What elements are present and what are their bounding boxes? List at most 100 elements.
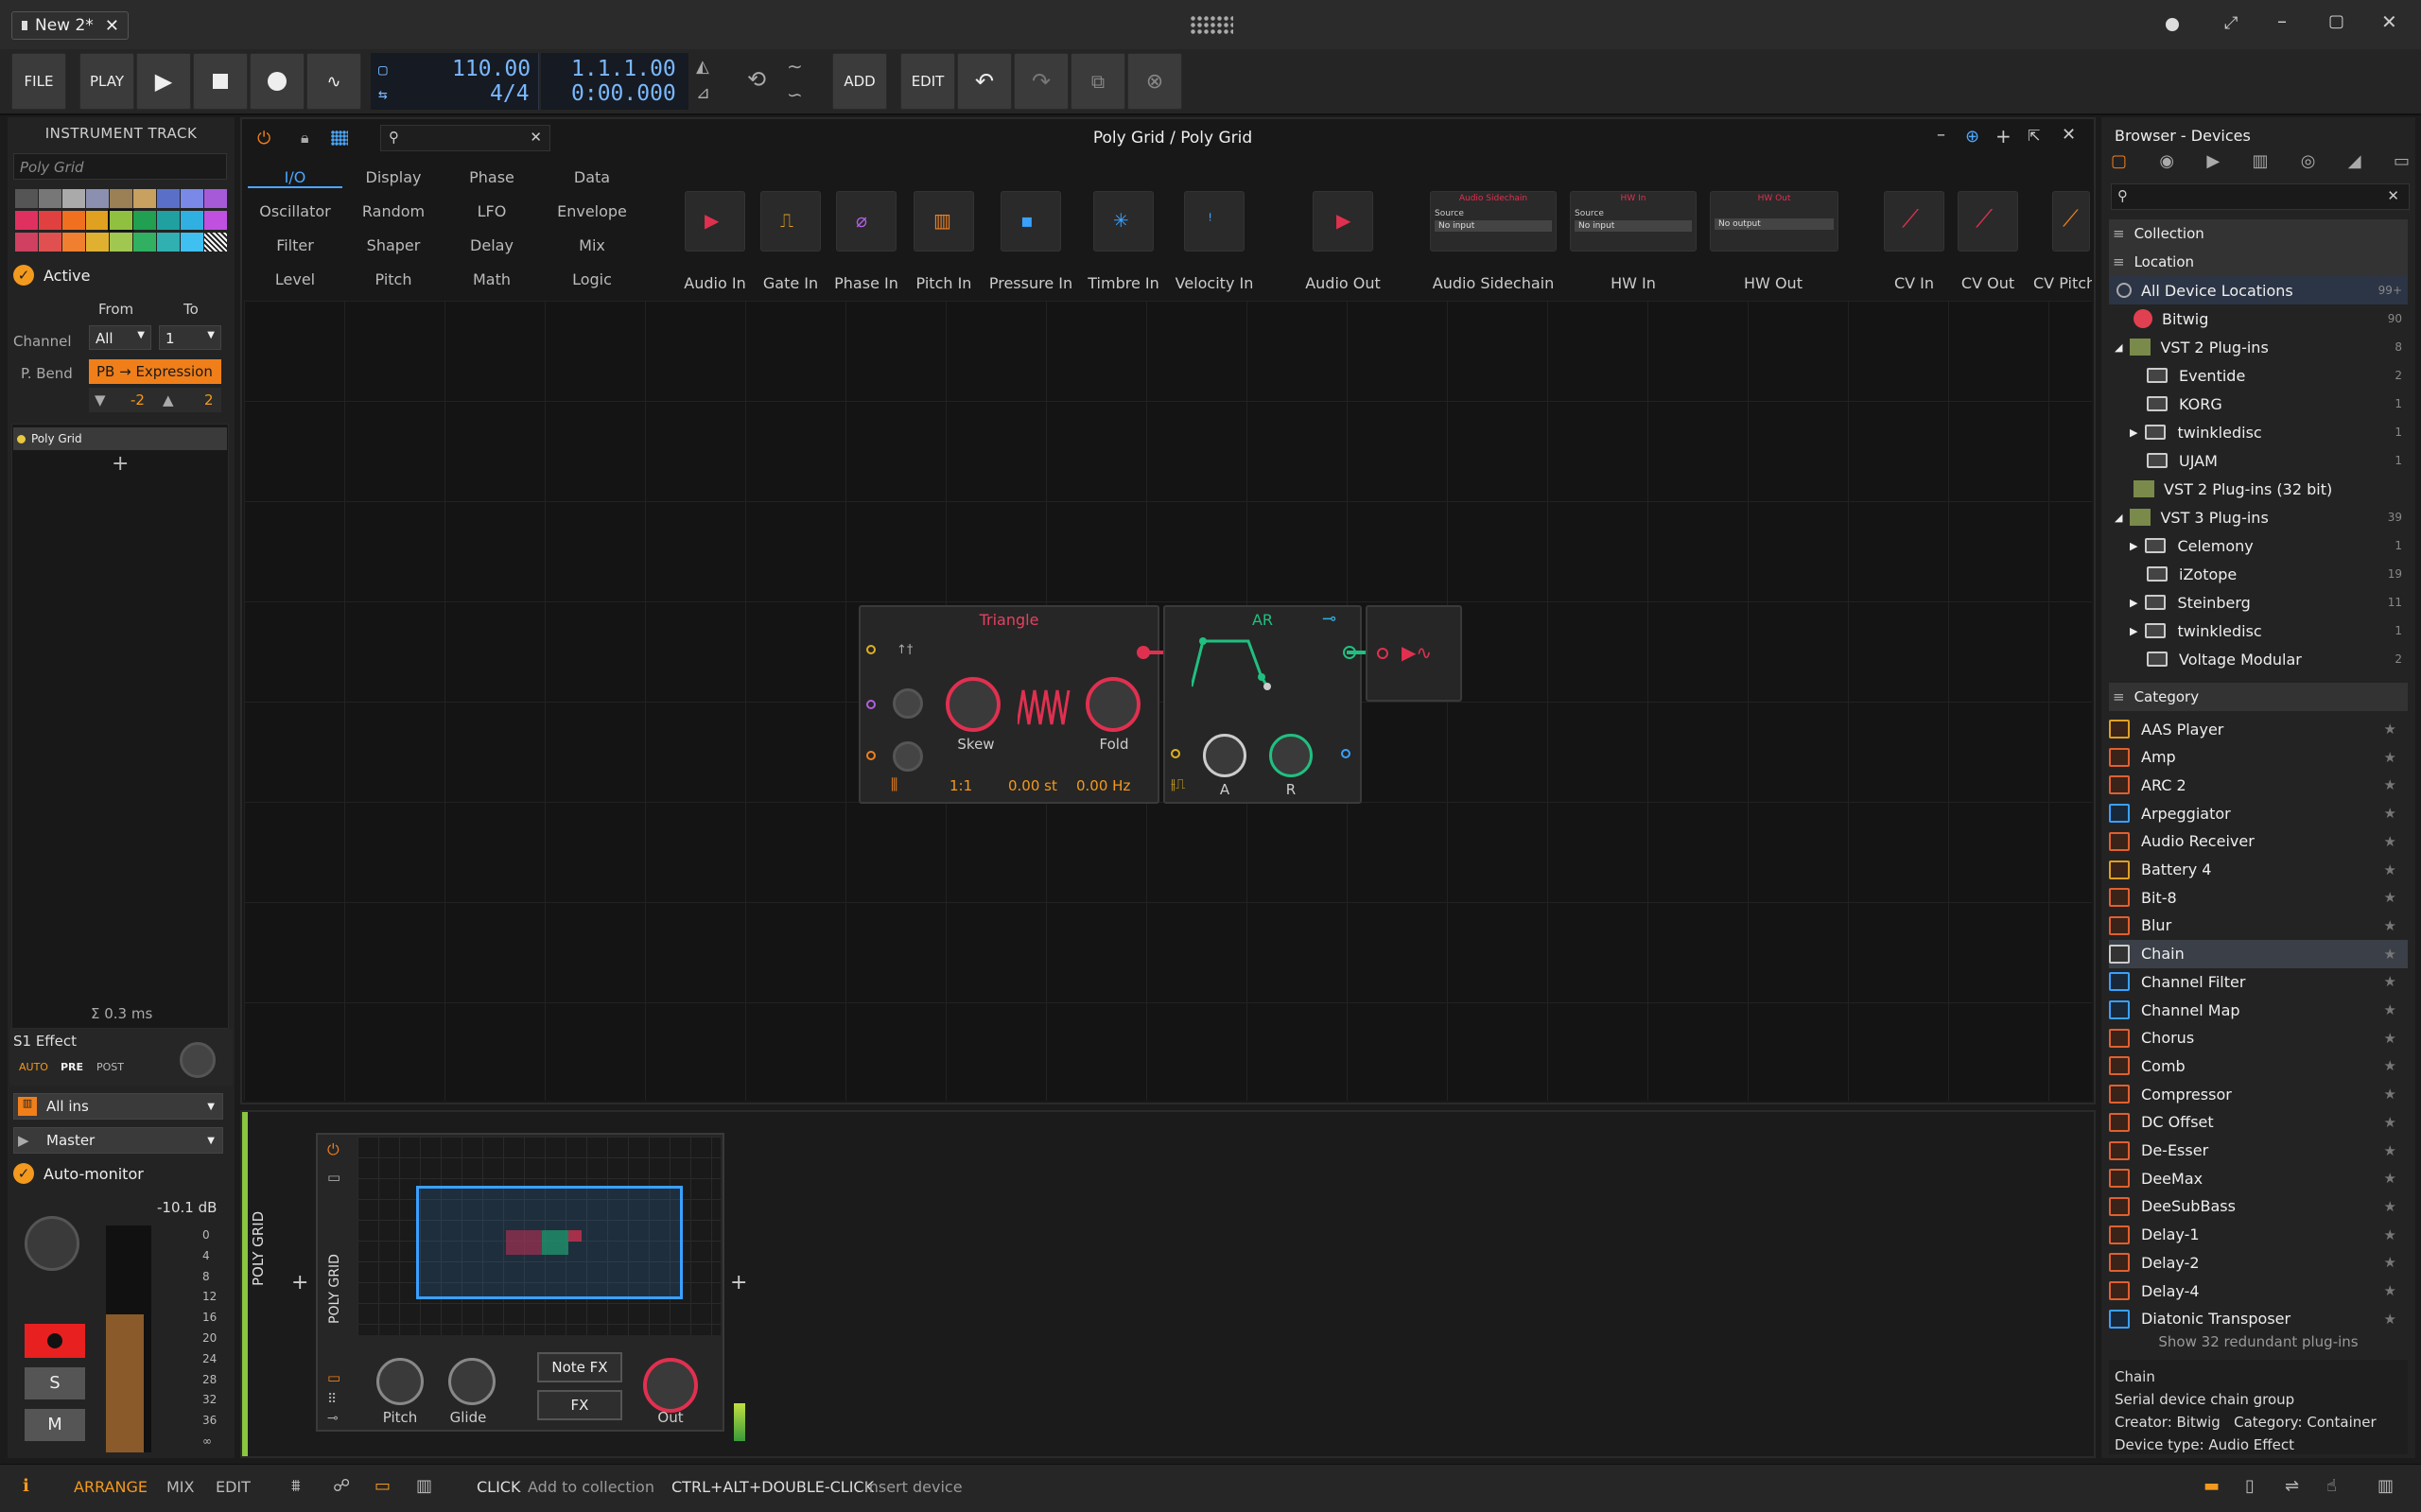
location-item[interactable]: VST 2 Plug-ins (32 bit) — [2109, 475, 2408, 503]
location-item[interactable]: iZotope 19 — [2109, 560, 2408, 588]
color-swatch[interactable] — [86, 233, 109, 252]
device-result-item[interactable]: Channel Filter ★ — [2109, 967, 2408, 996]
category-delay[interactable]: Delay — [444, 236, 539, 254]
color-swatch[interactable] — [62, 189, 85, 208]
color-swatch[interactable] — [110, 189, 132, 208]
category-envelope[interactable]: Envelope — [545, 202, 639, 220]
undo-button[interactable]: ↶ — [957, 53, 1012, 110]
devices-tab-icon[interactable]: ▢ — [2111, 151, 2127, 178]
retrigger-icon[interactable]: ⫲⎍ — [1171, 775, 1185, 792]
input-port-icon[interactable] — [866, 751, 876, 760]
pitch-in-module[interactable]: ▥ — [914, 191, 974, 252]
input-port-icon[interactable] — [866, 645, 876, 654]
category-oscillator[interactable]: Oscillator — [248, 202, 342, 220]
color-swatch[interactable] — [181, 233, 203, 252]
category-pitch[interactable]: Pitch — [346, 270, 441, 288]
samples-tab-icon[interactable]: ◎ — [2301, 151, 2316, 178]
location-item[interactable]: Voltage Modular 2 — [2109, 645, 2408, 673]
star-icon[interactable]: ★ — [2384, 889, 2408, 906]
star-icon[interactable]: ★ — [2384, 1226, 2408, 1243]
star-icon[interactable]: ★ — [2384, 776, 2408, 793]
add-pre-device-button[interactable]: + — [291, 1271, 308, 1295]
category-section[interactable]: ≡ Category — [2109, 683, 2408, 711]
device-folder-icon[interactable]: ▭ — [327, 1169, 340, 1186]
color-swatch[interactable] — [110, 233, 132, 252]
play-menu-button[interactable]: PLAY — [79, 53, 134, 110]
color-swatch[interactable] — [15, 189, 38, 208]
device-result-item[interactable]: ARC 2 ★ — [2109, 771, 2408, 799]
file-button[interactable]: FILE — [11, 53, 66, 110]
record-arm-button[interactable] — [25, 1324, 85, 1358]
minimize-icon[interactable]: – — [2277, 9, 2287, 32]
device-result-item[interactable]: Delay-4 ★ — [2109, 1277, 2408, 1305]
trigger-out-icon[interactable]: ⊸ — [1322, 609, 1336, 629]
color-swatch[interactable] — [62, 211, 85, 230]
star-icon[interactable]: ★ — [2384, 1086, 2408, 1103]
pressure-in-module[interactable]: ▪ — [1001, 191, 1061, 252]
audio-sidechain-module[interactable]: Audio Sidechain Source No input — [1430, 191, 1557, 252]
star-icon[interactable]: ★ — [2384, 1142, 2408, 1159]
record-button[interactable] — [250, 53, 305, 110]
star-icon[interactable]: ★ — [2384, 749, 2408, 766]
output-select[interactable]: ▶ Master ▼ — [13, 1127, 223, 1154]
device-expand-icon[interactable]: ▭ — [327, 1369, 340, 1386]
grid-icon[interactable] — [331, 130, 348, 146]
automation-write-button[interactable]: ∿ — [306, 53, 361, 110]
color-swatch[interactable] — [62, 233, 85, 252]
star-icon[interactable]: ★ — [2384, 973, 2408, 990]
glide-knob[interactable] — [448, 1358, 496, 1405]
automation-icon[interactable]: ☍ — [333, 1476, 350, 1496]
category-filter[interactable]: Filter — [248, 236, 342, 254]
gate-port-icon[interactable] — [1171, 749, 1180, 758]
multisamples-tab-icon[interactable]: ▥ — [2252, 151, 2268, 178]
add-button[interactable]: ADD — [832, 53, 887, 110]
volume-fader[interactable] — [106, 1314, 144, 1452]
stop-button[interactable] — [193, 53, 248, 110]
grid-preview[interactable] — [357, 1137, 721, 1335]
tap-tempo-icon[interactable]: ⊿ — [696, 83, 710, 103]
hw-in-source-select[interactable]: No input — [1575, 220, 1692, 232]
category-level[interactable]: Level — [248, 270, 342, 288]
category-display[interactable]: Display — [346, 168, 441, 186]
semitone-value[interactable]: 0.00 st — [1008, 777, 1057, 794]
color-swatch[interactable] — [181, 211, 203, 230]
touch-icon[interactable]: ☝ — [2326, 1476, 2337, 1496]
device-result-item[interactable]: Arpeggiator ★ — [2109, 799, 2408, 827]
color-swatch[interactable] — [86, 189, 109, 208]
pitch-mod-knob[interactable] — [893, 741, 923, 772]
close-window-icon[interactable]: ✕ — [2381, 10, 2397, 33]
audio-out-module[interactable]: ▶ — [1313, 191, 1373, 252]
star-icon[interactable]: ★ — [2384, 946, 2408, 963]
output-port-icon[interactable] — [1137, 646, 1150, 659]
phase-mod-knob[interactable] — [893, 688, 923, 719]
star-icon[interactable]: ★ — [2384, 1311, 2408, 1328]
color-swatch-selected[interactable] — [108, 209, 134, 232]
location-item[interactable]: UJAM 1 — [2109, 446, 2408, 475]
star-icon[interactable]: ★ — [2384, 1170, 2408, 1187]
signature-value[interactable]: 4/4 — [490, 81, 530, 106]
device-result-item[interactable]: Bit-8 ★ — [2109, 883, 2408, 912]
play-button[interactable]: ▶ — [136, 53, 191, 110]
color-swatch[interactable] — [133, 233, 156, 252]
input-port-icon[interactable] — [1377, 648, 1388, 659]
device-result-item-selected[interactable]: Chain ★ — [2109, 939, 2408, 968]
device-result-item[interactable]: Channel Map ★ — [2109, 996, 2408, 1024]
audio-in-module[interactable]: ▶ — [685, 191, 745, 252]
device-result-item[interactable]: Comb ★ — [2109, 1051, 2408, 1080]
editor-close-icon[interactable]: ✕ — [2062, 125, 2076, 145]
pb-up-value[interactable]: 2 — [204, 391, 214, 408]
color-swatch[interactable] — [204, 189, 227, 208]
location-item[interactable]: KORG 1 — [2109, 390, 2408, 418]
location-item[interactable]: ▶ twinkledisc 1 — [2109, 418, 2408, 446]
collapse-arrow-icon[interactable]: ◢ — [2115, 512, 2122, 524]
pbend-select[interactable]: PB → Expression — [89, 359, 221, 384]
velocity-port-icon[interactable] — [1341, 749, 1350, 758]
gate-in-module[interactable]: ⎍ — [760, 191, 821, 252]
fullscreen-icon[interactable]: ⤢ — [2224, 13, 2238, 33]
device-view-icon[interactable]: ▭ — [374, 1476, 391, 1496]
clear-search-icon[interactable]: ✕ — [2387, 187, 2399, 204]
mute-button[interactable]: M — [25, 1409, 85, 1441]
category-lfo[interactable]: LFO — [444, 202, 539, 220]
category-data[interactable]: Data — [545, 168, 639, 186]
category-random[interactable]: Random — [346, 202, 441, 220]
